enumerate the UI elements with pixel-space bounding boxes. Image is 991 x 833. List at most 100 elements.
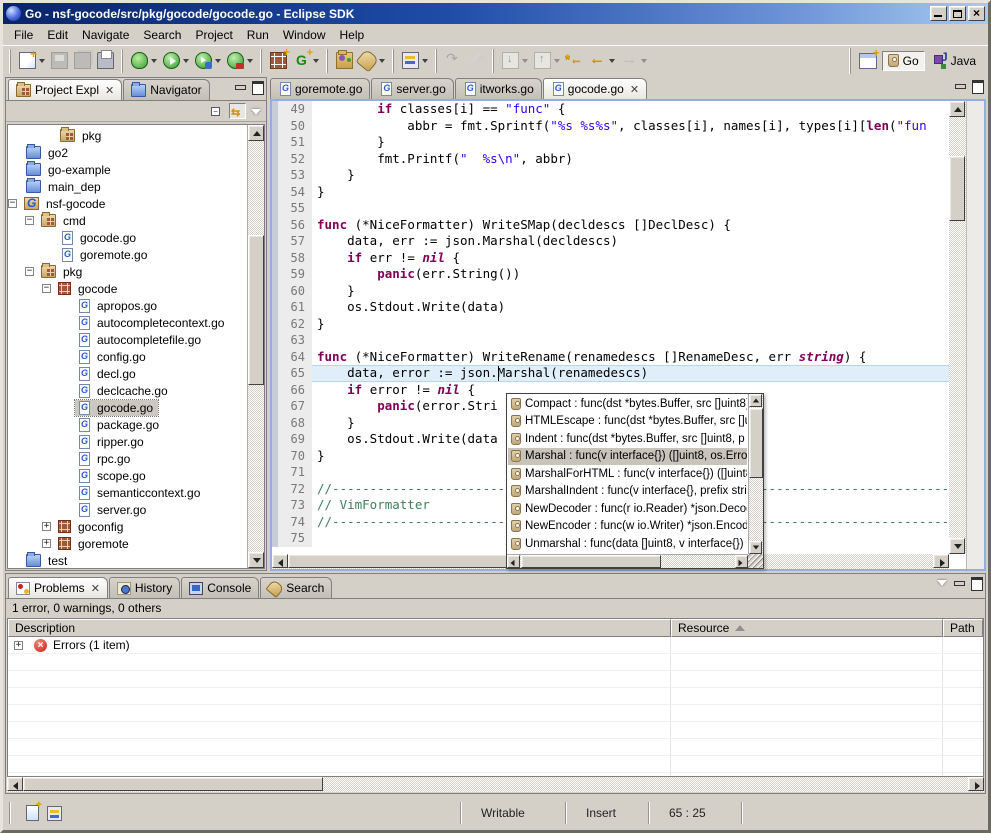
fast-view-icon[interactable] [26, 805, 39, 821]
last-edit-button[interactable] [563, 50, 586, 72]
bottom-tab-console[interactable]: Console [181, 577, 259, 598]
bottom-tab-problems[interactable]: Problems✕ [8, 577, 108, 598]
close-tab-icon[interactable]: ✕ [91, 582, 100, 595]
tree-item-content[interactable]: pkg [58, 128, 106, 144]
problems-horizontal-scrollbar[interactable] [7, 777, 984, 792]
tree-item-content[interactable]: ripper.go [75, 434, 149, 450]
tree-item-pkg[interactable]: −pkg [8, 263, 247, 280]
scroll-thumb[interactable] [23, 777, 323, 791]
line-number[interactable]: 60 [272, 283, 312, 300]
mark-occurrences-button[interactable] [399, 50, 431, 72]
problems-maximize-icon[interactable] [970, 577, 982, 588]
tree-item-content[interactable]: scope.go [75, 468, 151, 484]
completion-item-newencoder[interactable]: NewEncoder : func(w io.Writer) *json.Enc… [508, 518, 747, 536]
column-path[interactable]: Path [943, 619, 983, 637]
editor-maximize-icon[interactable] [971, 80, 983, 91]
code-line-59[interactable]: 59 panic(err.String()) [272, 266, 949, 283]
explorer-minimize-icon[interactable] [234, 81, 246, 92]
code-line-57[interactable]: 57 data, err := json.Marshal(decldescs) [272, 233, 949, 250]
close-tab-icon[interactable]: ✕ [630, 83, 639, 96]
editor-tab-goremote-go[interactable]: goremote.go [270, 78, 370, 99]
dropdown-arrow-icon[interactable] [522, 59, 528, 63]
completion-item-newdecoder[interactable]: NewDecoder : func(r io.Reader) *json.Dec… [508, 500, 747, 518]
line-number[interactable]: 61 [272, 299, 312, 316]
code-line-58[interactable]: 58 if err != nil { [272, 250, 949, 267]
tree-item-server-go[interactable]: server.go [8, 501, 247, 518]
completion-item-htmlescape[interactable]: HTMLEscape : func(dst *bytes.Buffer, src… [508, 413, 747, 431]
completion-item-marshalforhtml[interactable]: MarshalForHTML : func(v interface{}) ([]… [508, 465, 747, 483]
dropdown-arrow-icon[interactable] [641, 59, 647, 63]
line-number[interactable]: 69 [272, 431, 312, 448]
tree-item-content[interactable]: main_dep [24, 179, 106, 195]
completion-item-marshal[interactable]: Marshal : func(v interface{}) ([]uint8, … [508, 448, 747, 466]
dropdown-arrow-icon[interactable] [554, 59, 560, 63]
tree-item-gocode-go[interactable]: gocode.go [8, 399, 247, 416]
collapse-all-icon[interactable]: − [208, 103, 225, 119]
completion-item-marshalindent[interactable]: MarshalIndent : func(v interface{}, pref… [508, 483, 747, 501]
tree-item-content[interactable]: semanticcontext.go [75, 485, 205, 501]
print-button[interactable] [94, 50, 117, 72]
tree-item-goremote[interactable]: +goremote [8, 535, 247, 552]
open-type-button[interactable] [333, 50, 356, 72]
editor-tab-gocode-go[interactable]: gocode.go✕ [543, 78, 647, 99]
code-line-60[interactable]: 60 } [272, 283, 949, 300]
scroll-up-icon[interactable] [949, 101, 965, 117]
redo-button[interactable] [465, 50, 488, 72]
collapse-icon[interactable]: − [42, 284, 51, 293]
code-line-65[interactable]: 65 data, error := json.Marshal(renamedes… [272, 365, 949, 382]
tree-item-nsf-gocode[interactable]: −nsf-gocode [8, 195, 247, 212]
menu-project[interactable]: Project [188, 26, 239, 44]
scroll-thumb[interactable] [248, 235, 264, 385]
code-line-49[interactable]: 49 if classes[i] == "func" { [272, 101, 949, 118]
bottom-tab-search[interactable]: Search [260, 577, 332, 598]
save-button[interactable] [48, 50, 71, 72]
line-number[interactable]: 63 [272, 332, 312, 349]
code-line-50[interactable]: 50 abbr = fmt.Sprintf("%s %s%s", classes… [272, 118, 949, 135]
line-number[interactable]: 51 [272, 134, 312, 151]
editor-tab-server-go[interactable]: server.go [371, 78, 453, 99]
menu-run[interactable]: Run [240, 26, 276, 44]
collapse-icon[interactable]: − [25, 267, 34, 276]
line-number[interactable]: 68 [272, 415, 312, 432]
dropdown-arrow-icon[interactable] [215, 59, 221, 63]
dropdown-arrow-icon[interactable] [151, 59, 157, 63]
line-number[interactable]: 53 [272, 167, 312, 184]
back-button[interactable] [586, 50, 618, 72]
tree-item-content[interactable]: server.go [75, 502, 151, 518]
tree-item-content[interactable]: go-example [24, 162, 116, 178]
search-button[interactable] [356, 50, 388, 72]
tree-item-goremote-go[interactable]: goremote.go [8, 246, 247, 263]
scroll-left-icon[interactable] [272, 554, 288, 568]
menu-search[interactable]: Search [136, 26, 188, 44]
expand-icon[interactable]: + [42, 522, 51, 531]
column-description[interactable]: Description [8, 619, 671, 637]
tree-item-pkg[interactable]: pkg [8, 127, 247, 144]
explorer-scrollbar[interactable] [247, 125, 264, 568]
code-line-64[interactable]: 64func (*NiceFormatter) WriteRename(rena… [272, 349, 949, 366]
explorer-view-menu-icon[interactable] [250, 106, 262, 117]
code-line-51[interactable]: 51 } [272, 134, 949, 151]
scroll-down-icon[interactable] [749, 541, 762, 554]
expand-icon[interactable]: + [14, 641, 23, 650]
debug-button[interactable] [128, 50, 160, 72]
tree-item-content[interactable]: apropos.go [75, 298, 162, 314]
problems-minimize-icon[interactable] [953, 577, 965, 588]
code-line-52[interactable]: 52 fmt.Printf(" %s\n", abbr) [272, 151, 949, 168]
new-project-button[interactable] [267, 50, 290, 72]
code-line-61[interactable]: 61 os.Stdout.Write(data) [272, 299, 949, 316]
tree-item-content[interactable]: pkg [39, 264, 87, 280]
editor-tab-itworks-go[interactable]: itworks.go [455, 78, 542, 99]
tree-item-content[interactable]: decl.go [75, 366, 141, 382]
expand-icon[interactable]: + [42, 539, 51, 548]
line-number[interactable]: 71 [272, 464, 312, 481]
collapse-icon[interactable]: − [8, 199, 17, 208]
scroll-left-icon[interactable] [7, 777, 23, 791]
tree-item-rpc-go[interactable]: rpc.go [8, 450, 247, 467]
scroll-down-icon[interactable] [248, 552, 264, 568]
tree-item-gocode-go[interactable]: gocode.go [8, 229, 247, 246]
tree-item-main-dep[interactable]: main_dep [8, 178, 247, 195]
code-line-54[interactable]: 54} [272, 184, 949, 201]
editor-minimize-icon[interactable] [954, 80, 966, 91]
tree-item-content[interactable]: gocode.go [75, 400, 158, 416]
scroll-right-icon[interactable] [933, 554, 949, 568]
